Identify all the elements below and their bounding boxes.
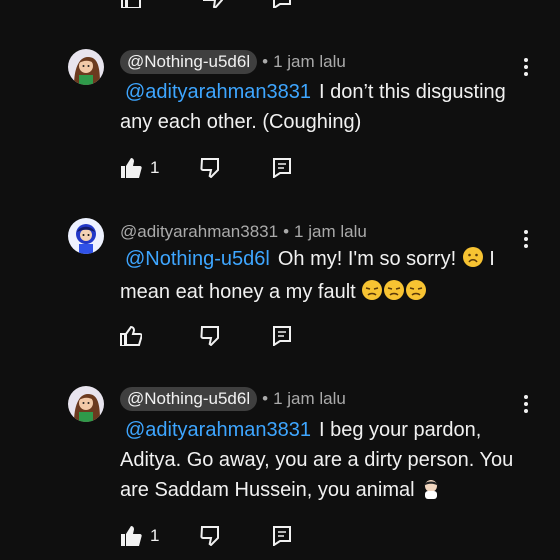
reply-icon	[273, 526, 291, 546]
comment-actions: 1	[120, 524, 320, 548]
like-button[interactable]: 1	[120, 524, 159, 548]
more-options-icon[interactable]	[517, 395, 535, 417]
comment-text: @Nothing-u5d6l Oh my! I'm so sorry! I mea…	[120, 244, 520, 310]
mention-link[interactable]: @adityarahman3831	[125, 81, 311, 103]
reply-icon[interactable]	[272, 0, 292, 13]
like-button[interactable]	[120, 324, 150, 348]
dislike-button[interactable]	[200, 156, 222, 180]
like-filled-icon	[121, 526, 142, 546]
previous-comment-actions	[120, 0, 320, 10]
comment-actions: 1	[120, 156, 320, 180]
reply-icon	[273, 158, 291, 178]
like-button[interactable]: 1	[120, 156, 159, 180]
like-icon	[120, 326, 142, 346]
reply-button[interactable]	[272, 324, 292, 348]
author-handle[interactable]: @Nothing-u5d6l	[120, 387, 258, 411]
dislike-icon	[200, 526, 219, 546]
like-count: 1	[150, 158, 160, 177]
comment-text: @adityarahman3831 I don’t this disgusting…	[120, 77, 520, 137]
disappointed-face-emoji	[361, 279, 427, 310]
timestamp[interactable]: 1 jam lalu	[294, 222, 367, 242]
facepalm-emoji	[420, 477, 442, 508]
like-filled-icon	[121, 158, 142, 178]
timestamp[interactable]: 1 jam lalu	[273, 389, 346, 409]
like-count: 1	[150, 526, 160, 545]
reply-button[interactable]	[272, 156, 292, 180]
girl-avatar[interactable]	[68, 386, 104, 422]
dislike-icon	[200, 326, 219, 346]
mention-link[interactable]: @Nothing-u5d6l	[125, 248, 270, 270]
like-icon[interactable]	[120, 0, 142, 13]
separator-dot: •	[262, 389, 269, 408]
comment-text: @adityarahman3831 I beg your pardon, Adit…	[120, 415, 520, 508]
dislike-icon	[200, 158, 219, 178]
mention-link[interactable]: @adityarahman3831	[125, 419, 311, 441]
separator-dot: •	[283, 222, 290, 241]
dislike-button[interactable]	[200, 524, 222, 548]
comment-meta: @adityarahman3831 • 1 jam lalu	[120, 220, 367, 244]
reply-button[interactable]	[272, 524, 292, 548]
comment-meta: @Nothing-u5d6l • 1 jam lalu	[120, 387, 346, 411]
worried-face-emoji	[462, 246, 484, 277]
dislike-button[interactable]	[200, 324, 222, 348]
separator-dot: •	[262, 52, 269, 71]
reply-icon	[273, 326, 291, 346]
timestamp[interactable]: 1 jam lalu	[273, 52, 346, 72]
girl-avatar[interactable]	[68, 49, 104, 85]
comment-actions	[120, 324, 320, 348]
dislike-icon[interactable]	[202, 0, 224, 13]
comment-meta: @Nothing-u5d6l • 1 jam lalu	[120, 50, 346, 74]
author-handle[interactable]: @adityarahman3831	[120, 222, 278, 242]
blue-character-avatar[interactable]	[68, 218, 104, 254]
author-handle[interactable]: @Nothing-u5d6l	[120, 50, 258, 74]
comment-body: Oh my! I'm so sorry!	[277, 248, 457, 270]
